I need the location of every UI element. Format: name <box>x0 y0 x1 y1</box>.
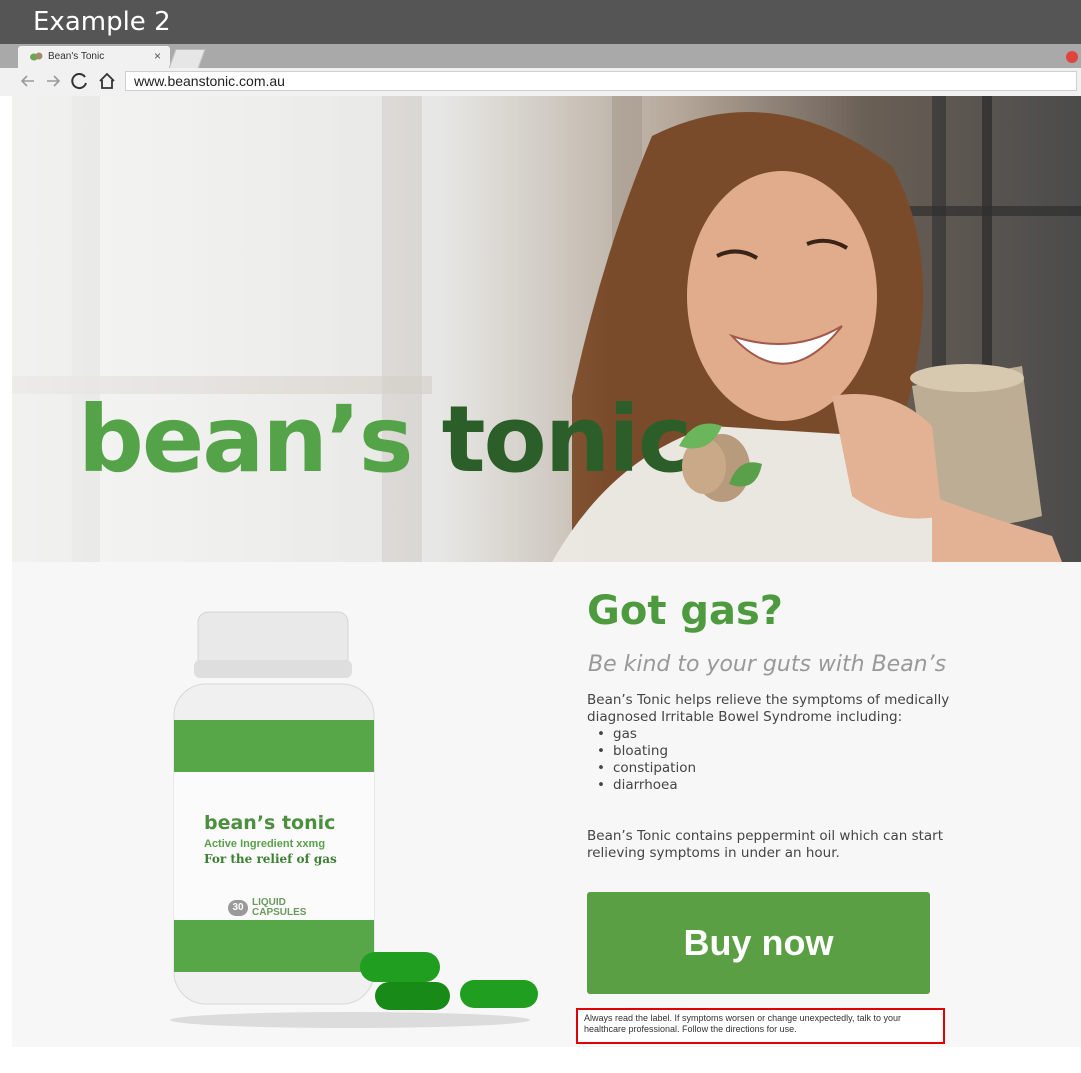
brand-name-part1: bean’s <box>78 386 414 493</box>
new-tab-button[interactable] <box>168 49 206 69</box>
disclaimer-highlight: Always read the label. If symptoms worse… <box>576 1008 945 1044</box>
tab-close-icon[interactable]: × <box>154 49 161 63</box>
window-close-icon[interactable] <box>1066 51 1078 63</box>
bottle-ingredient-text: Active Ingredient xxmg <box>204 838 326 850</box>
browser-navbar: www.beanstonic.com.au <box>0 68 1081 96</box>
example-label: Example 2 <box>0 0 1081 44</box>
symptom-list: gas bloating constipation diarrhoea <box>597 726 696 794</box>
symptom-item: diarrhoea <box>597 777 696 794</box>
address-bar[interactable]: www.beanstonic.com.au <box>125 71 1077 91</box>
bottle-count-badge: 30 <box>228 900 248 916</box>
page-subheading: Be kind to your guts with Bean’s <box>588 652 947 677</box>
back-arrow-icon[interactable] <box>17 71 39 93</box>
symptom-item: gas <box>597 726 696 743</box>
forward-arrow-icon[interactable] <box>42 71 64 93</box>
symptom-item: bloating <box>597 743 696 760</box>
browser-tab[interactable]: Bean's Tonic × <box>18 46 170 68</box>
bottle-caps-label: LIQUID CAPSULES <box>252 898 322 918</box>
hero-banner: bean’s tonic <box>12 96 1081 562</box>
tab-title: Bean's Tonic <box>48 51 105 62</box>
home-icon[interactable] <box>96 71 118 93</box>
bean-favicon-icon <box>30 52 43 61</box>
bottle-relief-text: For the relief of gas <box>204 852 337 866</box>
symptom-item: constipation <box>597 760 696 777</box>
coffee-bean-leaf-icon <box>679 423 762 502</box>
brand-logo: bean’s tonic <box>78 386 693 493</box>
bottle-caps-line2: CAPSULES <box>252 907 307 918</box>
peppermint-paragraph: Bean’s Tonic contains peppermint oil whi… <box>587 828 944 861</box>
browser-tabstrip: Bean's Tonic × <box>0 44 1081 69</box>
reload-icon[interactable] <box>69 71 91 93</box>
intro-paragraph: Bean’s Tonic helps relieve the symptoms … <box>587 692 950 725</box>
buy-now-button[interactable]: Buy now <box>587 892 930 994</box>
page-headline: Got gas? <box>587 588 783 634</box>
brand-name-part2: tonic <box>441 386 693 493</box>
bottle-brand-text: bean’s tonic <box>204 812 336 834</box>
disclaimer-text: Always read the label. If symptoms worse… <box>584 1013 901 1034</box>
